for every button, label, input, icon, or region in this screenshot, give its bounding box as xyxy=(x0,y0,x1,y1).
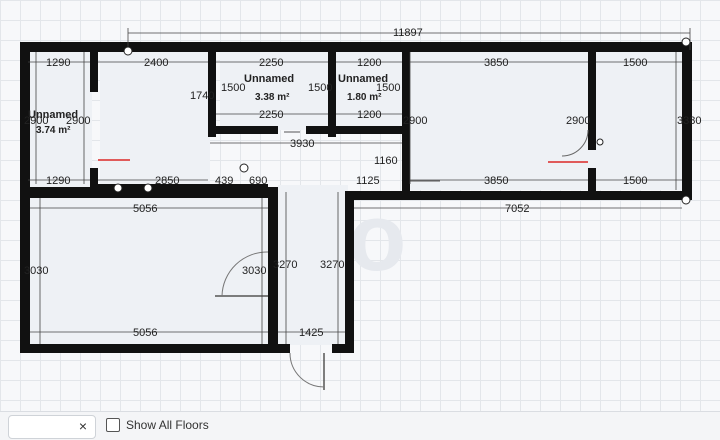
dim-v-1160: 1160 xyxy=(374,155,398,167)
dim-top-1290: 1290 xyxy=(46,57,70,69)
dim-low-1290: 1290 xyxy=(46,175,70,187)
dim-big-right-3030: 3030 xyxy=(242,265,266,277)
dim-hall-bottom-1425: 1425 xyxy=(299,327,323,339)
dim-low-1500: 1500 xyxy=(623,175,647,187)
room-area-middle-a: 3.38 m² xyxy=(255,92,290,103)
dim-v-2900a: 2900 xyxy=(24,115,48,127)
dim-top-2250: 2250 xyxy=(259,57,283,69)
show-all-floors-toggle[interactable]: Show All Floors xyxy=(106,418,209,432)
dim-top-3850: 3850 xyxy=(484,57,508,69)
dim-inner-2250: 2250 xyxy=(259,109,283,121)
show-all-floors-label: Show All Floors xyxy=(126,418,209,432)
dim-v-1500a: 1500 xyxy=(221,82,245,94)
dim-v-1500b: 1500 xyxy=(308,82,332,94)
dim-top-1500: 1500 xyxy=(623,57,647,69)
dim-corridor-3930: 3930 xyxy=(290,138,314,150)
bottom-toolbar: × Show All Floors xyxy=(0,411,720,440)
dim-low-2850: 2850 xyxy=(155,175,179,187)
dim-overall-top: 11897 xyxy=(393,27,423,39)
dim-big-top-5056: 5056 xyxy=(133,203,157,215)
dim-hall-right-3270: 3270 xyxy=(320,259,344,271)
close-icon[interactable]: × xyxy=(75,418,91,434)
dim-v-2900b: 2900 xyxy=(66,115,90,127)
show-all-floors-checkbox[interactable] xyxy=(106,418,120,432)
dim-low-439: 439 xyxy=(215,175,233,187)
dim-low-690: 690 xyxy=(249,175,267,187)
dim-hall-left-3270: 3270 xyxy=(273,259,297,271)
dim-bottom-right-7052: 7052 xyxy=(505,203,529,215)
dim-right-3380: 3380 xyxy=(677,115,701,127)
dim-v-1740: 1740 xyxy=(190,90,214,102)
floor-plan[interactable]: Avito xyxy=(0,0,720,411)
dim-big-bottom-5056: 5056 xyxy=(133,327,157,339)
dim-v-2900c: 2900 xyxy=(403,115,427,127)
dim-low-1125: 1125 xyxy=(356,175,380,187)
dim-v-1500c: 1500 xyxy=(376,82,400,94)
dim-low-3850: 3850 xyxy=(484,175,508,187)
floor-search-input[interactable]: × xyxy=(8,415,96,439)
dim-inner-1200: 1200 xyxy=(357,109,381,121)
room-name-middle-a: Unnamed xyxy=(244,73,294,85)
dim-top-1200: 1200 xyxy=(357,57,381,69)
dim-top-2400: 2400 xyxy=(144,57,168,69)
dim-v-2900d: 2900 xyxy=(566,115,590,127)
dim-big-left-3030: 3030 xyxy=(24,265,48,277)
